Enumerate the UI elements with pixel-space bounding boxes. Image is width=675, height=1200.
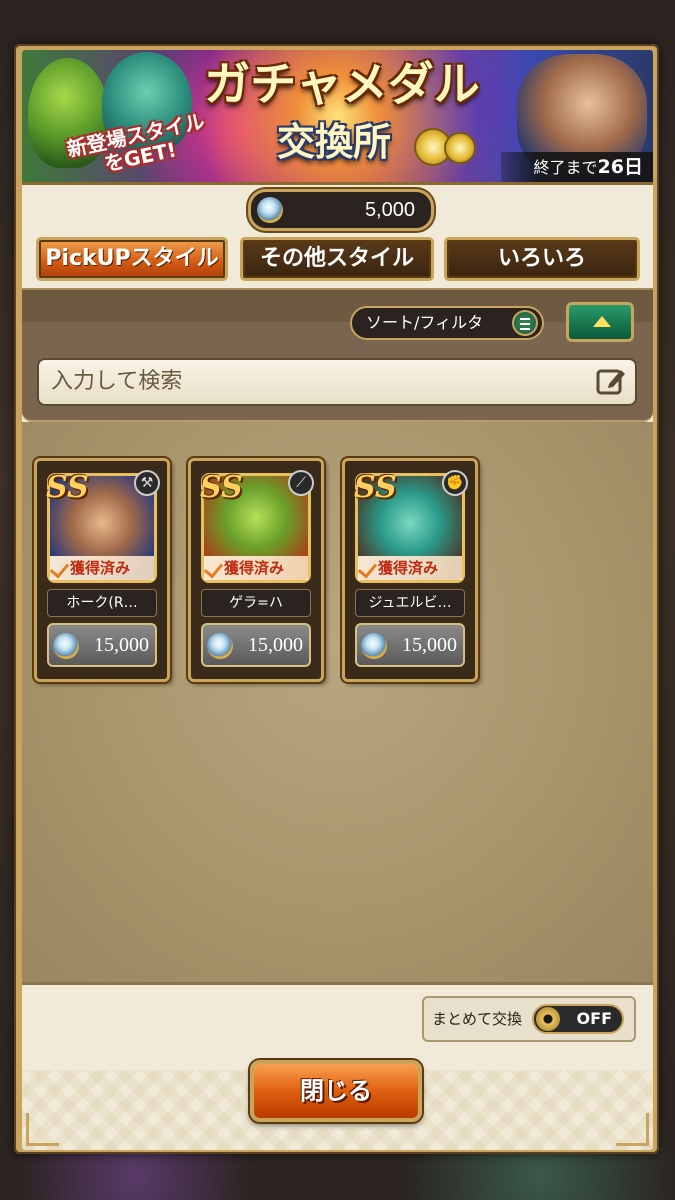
tab-misc[interactable]: いろいろ [444,237,640,281]
search-placeholder: 入力して検索 [51,369,183,394]
acquired-label: 獲得済み [70,559,131,577]
card-name: ゲラ=ハ [201,589,311,617]
bulk-exchange-toggle[interactable]: OFF [532,1004,624,1034]
event-banner: ガチャメダル 交換所 新登場スタイル をGET! 終了まで26日 [22,50,653,185]
sort-filter-label: ソート/フィルタ [366,313,484,332]
medal-icon [444,132,476,164]
edit-icon[interactable] [595,366,627,398]
acquired-badge: 獲得済み [357,556,462,580]
tab-other-style[interactable]: その他スタイル [240,237,434,281]
medal-balance-value: 5,000 [364,199,415,221]
style-card[interactable]: SS ⚒ 獲得済み ホーク(R… 15,000 [34,458,170,682]
character-portrait: SS ⟋ 獲得済み [200,470,314,583]
spear-icon: ⟋ [288,470,314,496]
card-price-value: 15,000 [248,634,303,656]
end-countdown: 終了まで26日 [501,152,653,182]
close-button[interactable]: 閉じる [250,1060,422,1122]
check-icon [203,558,224,579]
check-icon [49,558,70,579]
card-price-value: 15,000 [402,634,457,656]
end-value: 26日 [597,156,643,178]
medal-coin-icon [257,197,283,223]
banner-subtitle: 交換所 [277,120,392,164]
card-name: ジュエルビ… [355,589,465,617]
sort-filter-button[interactable]: ソート/フィルタ [350,306,544,340]
corner-ornament [616,1113,649,1146]
card-price: 15,000 [355,623,465,667]
tab-pickup-style[interactable]: PickUPスタイル [36,237,228,281]
triangle-up-icon [593,316,611,327]
card-price-value: 15,000 [94,634,149,656]
medal-coin-icon [361,633,387,659]
rank-badge: SS [354,470,397,505]
fist-icon: ✊ [442,470,468,496]
rank-badge: SS [200,470,243,505]
character-portrait: SS ⚒ 獲得済み [46,470,160,583]
bulk-exchange-control: まとめて交換 OFF [422,996,636,1042]
menu-icon [512,310,538,336]
banner-title: ガチャメダル [204,57,480,111]
acquired-badge: 獲得済み [49,556,154,580]
axe-icon: ⚒ [134,470,160,496]
corner-ornament [26,1113,59,1146]
card-name: ホーク(R… [47,589,157,617]
bulk-exchange-label: まとめて交換 [432,1010,523,1028]
medal-coin-icon [207,633,233,659]
medal-balance: 5,000 [248,189,434,231]
character-portrait: SS ✊ 獲得済み [354,470,468,583]
toggle-state: OFF [576,1009,612,1028]
toggle-knob [536,1007,560,1031]
medal-exchange-dialog: ガチャメダル 交換所 新登場スタイル をGET! 終了まで26日 5,000 P… [22,50,653,1150]
check-icon [357,558,378,579]
rank-badge: SS [46,470,89,505]
card-price: 15,000 [47,623,157,667]
end-label: 終了まで [533,158,598,177]
medal-coin-icon [53,633,79,659]
style-card[interactable]: SS ⟋ 獲得済み ゲラ=ハ 15,000 [188,458,324,682]
card-price: 15,000 [201,623,311,667]
acquired-badge: 獲得済み [203,556,308,580]
filter-strip [22,288,653,324]
acquired-label: 獲得済み [378,559,439,577]
acquired-label: 獲得済み [224,559,285,577]
collapse-button[interactable] [566,302,634,342]
style-card[interactable]: SS ✊ 獲得済み ジュエルビ… 15,000 [342,458,478,682]
search-input[interactable]: 入力して検索 [37,358,637,406]
